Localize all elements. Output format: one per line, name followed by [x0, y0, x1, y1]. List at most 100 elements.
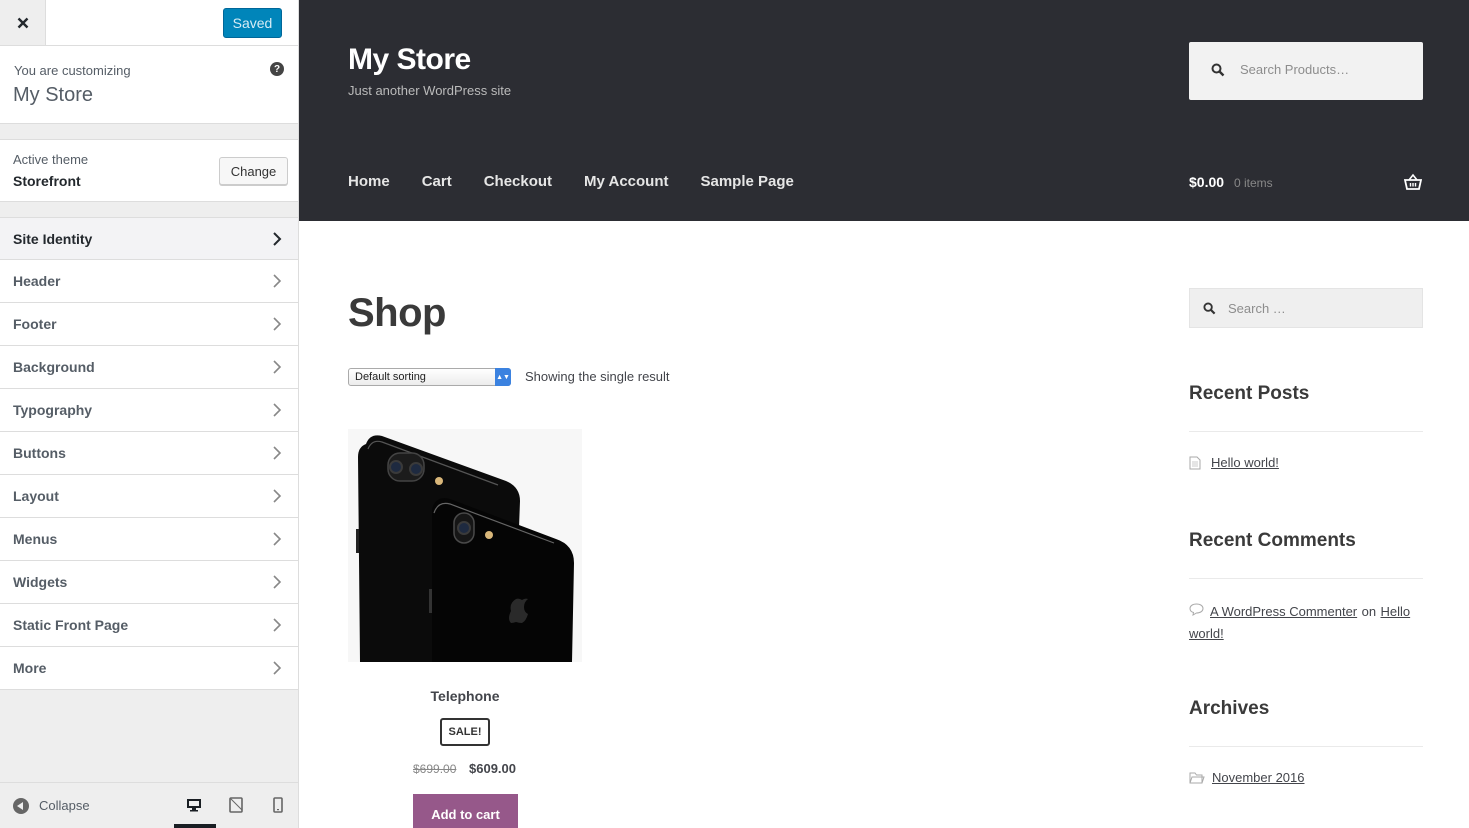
folder-icon — [1189, 772, 1205, 784]
panel-label: Footer — [13, 316, 57, 332]
panel-label: More — [13, 660, 47, 676]
customizer-topbar: Saved — [0, 0, 298, 46]
chevron-right-icon — [273, 403, 282, 417]
recent-comment: A WordPress Commenter on Hello world! — [1189, 601, 1423, 645]
chevron-right-icon — [273, 317, 282, 331]
product-search-input[interactable]: Search Products… — [1189, 42, 1423, 100]
recent-posts-title: Recent Posts — [1189, 383, 1310, 404]
product-title[interactable]: Telephone — [348, 688, 582, 704]
panel-footer[interactable]: Footer — [0, 303, 298, 346]
sorting-selected-value: Default sorting — [355, 371, 426, 383]
panel-label: Widgets — [13, 574, 68, 590]
panel-background[interactable]: Background — [0, 346, 298, 389]
site-description: Just another WordPress site — [348, 83, 512, 98]
active-theme-section: Active theme Storefront Change — [0, 139, 298, 202]
chevron-right-icon — [273, 232, 282, 246]
result-count: Showing the single result — [525, 369, 670, 384]
cart-count[interactable]: 0 items — [1234, 176, 1273, 190]
sidebar-search-placeholder: Search … — [1228, 301, 1286, 316]
page-title: Shop — [348, 291, 446, 335]
desktop-icon[interactable] — [186, 797, 202, 813]
customizer-sidebar: Saved You are customizing My Store ? Act… — [0, 0, 299, 828]
basket-icon[interactable] — [1404, 173, 1422, 191]
collapse-icon[interactable] — [13, 798, 29, 814]
nav-checkout[interactable]: Checkout — [484, 173, 552, 190]
search-icon — [1203, 302, 1216, 315]
chevron-right-icon — [273, 360, 282, 374]
sale-badge: SALE! — [440, 718, 490, 746]
comment-post-link-cont[interactable]: world! — [1189, 626, 1224, 641]
panel-layout[interactable]: Layout — [0, 475, 298, 518]
help-icon[interactable]: ? — [270, 62, 284, 76]
saved-button[interactable]: Saved — [223, 8, 282, 38]
price-old: $699.00 — [413, 762, 457, 776]
product-image[interactable] — [348, 429, 582, 662]
customizer-panels: Site Identity Header Footer Background T… — [0, 217, 298, 690]
panel-label: Background — [13, 359, 95, 375]
panel-label: Layout — [13, 488, 59, 504]
customizing-lead: You are customizing — [14, 63, 131, 78]
sorting-select[interactable]: Default sorting ▲▼ — [348, 368, 511, 386]
panel-header[interactable]: Header — [0, 260, 298, 303]
panel-widgets[interactable]: Widgets — [0, 561, 298, 604]
nav-sample-page[interactable]: Sample Page — [701, 173, 794, 190]
customizing-site-name: My Store — [13, 84, 94, 106]
panel-label: Typography — [13, 402, 93, 418]
comment-author-link[interactable]: A WordPress Commenter — [1210, 604, 1357, 619]
panel-static-front-page[interactable]: Static Front Page — [0, 604, 298, 647]
active-theme-name: Storefront — [13, 173, 81, 189]
search-placeholder: Search Products… — [1240, 62, 1350, 77]
panel-label: Header — [13, 273, 61, 289]
divider — [1189, 578, 1423, 579]
recent-post-link[interactable]: Hello world! — [1211, 455, 1279, 470]
panel-label: Site Identity — [13, 230, 93, 247]
active-device-indicator — [174, 824, 216, 828]
panel-site-identity[interactable]: Site Identity — [0, 217, 298, 260]
archives-title: Archives — [1189, 698, 1270, 719]
phone-image — [348, 429, 582, 662]
chevron-right-icon — [273, 661, 282, 675]
panel-buttons[interactable]: Buttons — [0, 432, 298, 475]
nav-my-account[interactable]: My Account — [584, 173, 668, 190]
customizer-info: You are customizing My Store ? — [0, 46, 298, 124]
panel-menus[interactable]: Menus — [0, 518, 298, 561]
search-icon — [1211, 63, 1225, 77]
close-icon — [17, 17, 28, 28]
add-to-cart-button[interactable]: Add to cart — [413, 794, 518, 828]
chevron-right-icon — [273, 532, 282, 546]
document-icon — [1189, 456, 1201, 470]
customizer-footer: Collapse — [0, 782, 298, 828]
chevron-right-icon — [273, 618, 282, 632]
active-theme-label: Active theme — [13, 152, 89, 167]
change-theme-button[interactable]: Change — [219, 157, 288, 185]
comment-on-text: on — [1361, 604, 1377, 619]
close-button[interactable] — [0, 0, 46, 45]
divider — [1189, 746, 1423, 747]
price-new: $609.00 — [469, 761, 516, 776]
panel-label: Menus — [13, 531, 58, 547]
panel-label: Buttons — [13, 445, 66, 461]
panel-label: Static Front Page — [13, 617, 129, 633]
tablet-icon[interactable] — [228, 797, 244, 813]
chevron-right-icon — [273, 274, 282, 288]
mobile-icon[interactable] — [270, 797, 286, 813]
divider — [1189, 431, 1423, 432]
chevron-right-icon — [273, 489, 282, 503]
primary-nav: Home Cart Checkout My Account Sample Pag… — [348, 173, 794, 190]
collapse-button[interactable]: Collapse — [39, 798, 90, 813]
site-preview: My Store Just another WordPress site Sea… — [299, 0, 1469, 828]
site-header: My Store Just another WordPress site Sea… — [299, 0, 1469, 221]
nav-cart[interactable]: Cart — [422, 173, 452, 190]
comment-post-link[interactable]: Hello — [1381, 604, 1411, 619]
nav-home[interactable]: Home — [348, 173, 390, 190]
chevron-right-icon — [273, 446, 282, 460]
chevron-right-icon — [273, 575, 282, 589]
site-title[interactable]: My Store — [348, 43, 471, 77]
recent-comments-title: Recent Comments — [1189, 530, 1356, 551]
select-arrows-icon: ▲▼ — [495, 368, 511, 386]
cart-total[interactable]: $0.00 — [1189, 174, 1224, 190]
sidebar-search-input[interactable]: Search … — [1189, 288, 1423, 328]
archive-month-link[interactable]: November 2016 — [1212, 770, 1305, 785]
panel-typography[interactable]: Typography — [0, 389, 298, 432]
panel-more[interactable]: More — [0, 647, 298, 690]
